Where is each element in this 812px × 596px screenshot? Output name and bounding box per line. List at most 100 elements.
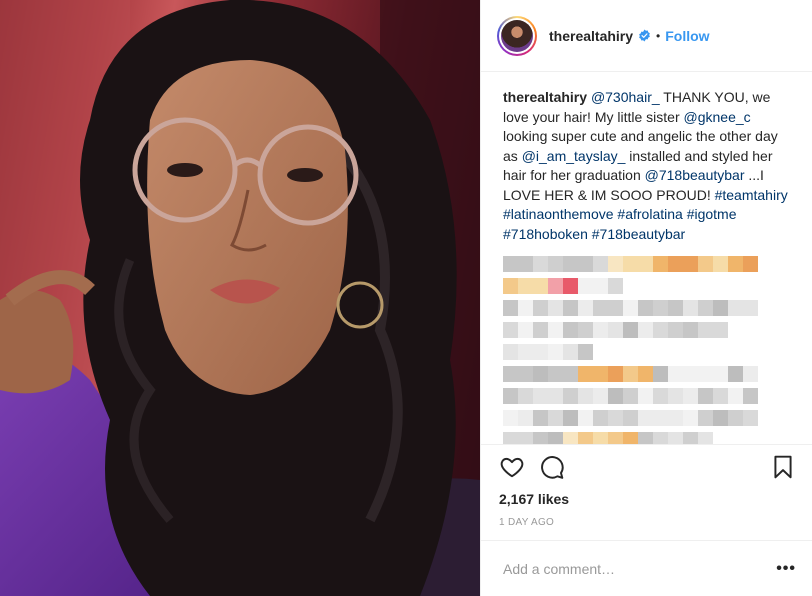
- pixel-block: [728, 300, 743, 316]
- pixel-block: [668, 366, 683, 382]
- post-timestamp[interactable]: 1 DAY AGO: [481, 510, 812, 540]
- pixel-block: [623, 410, 638, 426]
- pixel-block: [653, 410, 668, 426]
- header-separator: •: [656, 28, 661, 43]
- pixel-block: [563, 278, 578, 294]
- caption-area: therealtahiry @730hair_ THANK YOU, we lo…: [481, 72, 812, 444]
- pixel-block: [548, 344, 563, 360]
- mention-link[interactable]: @gknee_c: [684, 109, 751, 125]
- pixel-block: [578, 344, 593, 360]
- pixel-block: [563, 388, 578, 404]
- pixel-block: [608, 322, 623, 338]
- comment-input[interactable]: [503, 560, 777, 577]
- pixel-block: [638, 432, 653, 444]
- pixel-block: [503, 322, 518, 338]
- pixel-block: [683, 388, 698, 404]
- pixel-block: [653, 256, 668, 272]
- post-username[interactable]: therealtahiry: [549, 28, 633, 44]
- pixelated-comment-row: [503, 366, 794, 382]
- comment-icon[interactable]: [539, 454, 565, 480]
- pixel-block: [623, 388, 638, 404]
- mention-link[interactable]: @i_am_tayslay_: [522, 148, 626, 164]
- verified-badge-icon: [639, 29, 650, 42]
- pixel-block: [743, 256, 758, 272]
- pixel-block: [518, 344, 533, 360]
- pixelated-comment-row: [503, 256, 794, 272]
- pixel-block: [728, 366, 743, 382]
- pixel-block: [608, 278, 623, 294]
- pixel-block: [668, 388, 683, 404]
- pixel-block: [503, 432, 518, 444]
- pixel-block: [653, 322, 668, 338]
- post-caption: therealtahiry @730hair_ THANK YOU, we lo…: [503, 88, 794, 244]
- pixel-block: [593, 366, 608, 382]
- pixel-block: [683, 322, 698, 338]
- hashtag-link[interactable]: #teamtahiry: [715, 187, 788, 203]
- pixel-block: [563, 410, 578, 426]
- avatar[interactable]: [497, 15, 537, 56]
- pixel-block: [713, 410, 728, 426]
- pixel-block: [698, 366, 713, 382]
- pixel-block: [653, 300, 668, 316]
- pixel-block: [518, 410, 533, 426]
- pixel-block: [548, 366, 563, 382]
- hashtag-link[interactable]: #718hoboken: [503, 226, 588, 242]
- pixel-block: [713, 256, 728, 272]
- pixel-block: [563, 300, 578, 316]
- pixel-block: [743, 388, 758, 404]
- pixel-block: [533, 344, 548, 360]
- pixel-block: [518, 366, 533, 382]
- post-photo[interactable]: [0, 0, 480, 596]
- hashtag-link[interactable]: #latinaonthemove: [503, 206, 614, 222]
- follow-button[interactable]: Follow: [665, 28, 709, 44]
- pixel-block: [593, 256, 608, 272]
- mention-link[interactable]: @730hair_: [591, 89, 660, 105]
- instagram-post: therealtahiry • Follow therealtahiry @73…: [0, 0, 812, 596]
- likes-count[interactable]: 2,167 likes: [481, 488, 812, 510]
- more-options-icon[interactable]: •••: [776, 560, 796, 578]
- action-bar: [481, 444, 812, 488]
- pixel-block: [593, 300, 608, 316]
- avatar-image: [501, 19, 533, 52]
- heart-icon[interactable]: [499, 454, 525, 480]
- pixel-block: [533, 366, 548, 382]
- pixelated-comment-row: [503, 432, 794, 444]
- pixel-block: [638, 256, 653, 272]
- pixel-block: [503, 410, 518, 426]
- pixel-block: [683, 256, 698, 272]
- pixel-block: [593, 388, 608, 404]
- pixel-block: [743, 366, 758, 382]
- pixel-block: [623, 366, 638, 382]
- pixel-block: [698, 410, 713, 426]
- pixel-block: [533, 432, 548, 444]
- pixel-block: [698, 388, 713, 404]
- mention-link[interactable]: @718beautybar: [645, 167, 745, 183]
- pixel-block: [728, 410, 743, 426]
- pixel-block: [518, 300, 533, 316]
- pixel-block: [608, 366, 623, 382]
- caption-username[interactable]: therealtahiry: [503, 89, 587, 105]
- hashtag-link[interactable]: #igotme: [687, 206, 737, 222]
- pixelated-comment-row: [503, 278, 794, 294]
- pixel-block: [683, 300, 698, 316]
- pixelated-comment-row: [503, 344, 794, 360]
- pixel-block: [533, 388, 548, 404]
- pixel-block: [548, 300, 563, 316]
- pixel-block: [713, 300, 728, 316]
- hashtag-link[interactable]: #718beautybar: [592, 226, 685, 242]
- avatar-frame: [499, 17, 535, 54]
- bookmark-icon[interactable]: [770, 454, 796, 480]
- hashtag-link[interactable]: #afrolatina: [617, 206, 682, 222]
- pixel-block: [593, 322, 608, 338]
- pixel-block: [653, 366, 668, 382]
- pixelated-comment-row: [503, 388, 794, 404]
- pixel-block: [743, 300, 758, 316]
- pixel-block: [668, 410, 683, 426]
- pixel-block: [728, 256, 743, 272]
- pixel-block: [548, 256, 563, 272]
- pixel-block: [503, 256, 518, 272]
- pixel-block: [563, 366, 578, 382]
- pixelated-comments: [503, 256, 794, 444]
- pixel-block: [518, 322, 533, 338]
- pixel-block: [578, 366, 593, 382]
